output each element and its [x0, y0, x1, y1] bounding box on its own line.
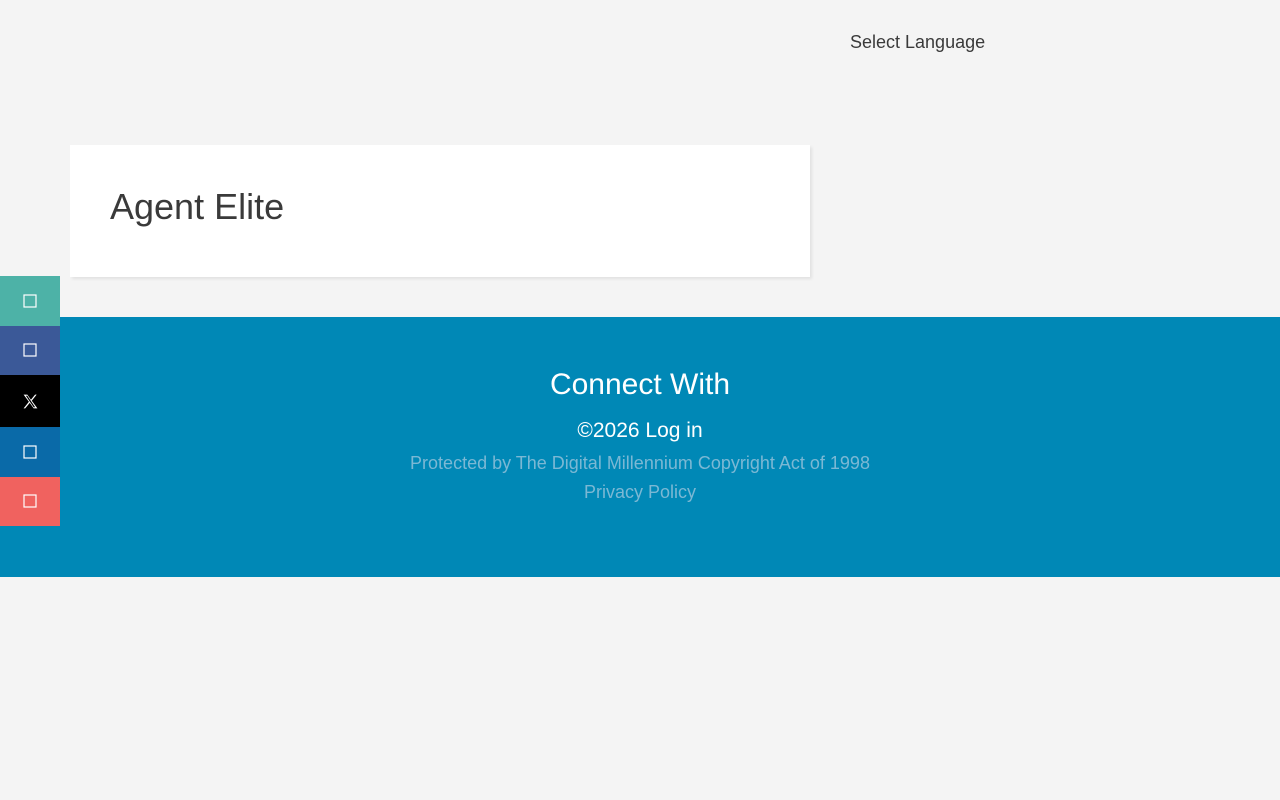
- dmca-notice: Protected by The Digital Millennium Copy…: [410, 453, 870, 473]
- linkedin-button[interactable]: [0, 427, 60, 477]
- copyright-text: ©2026: [577, 419, 640, 442]
- page: Select Language Agent Elite Connect With…: [0, 0, 1280, 800]
- linkedin-icon: [23, 445, 37, 459]
- footer-heading: Connect With: [549, 368, 731, 401]
- page-title-card: Agent Elite: [70, 145, 810, 277]
- language-select[interactable]: Select Language: [850, 31, 985, 53]
- social-share-bar: [0, 276, 60, 526]
- email-button[interactable]: [0, 476, 60, 526]
- facebook-icon: [23, 343, 37, 357]
- x-logo-icon: [23, 394, 37, 408]
- privacy-line: Privacy Policy: [0, 481, 1280, 503]
- facebook-button[interactable]: [0, 325, 60, 375]
- site-footer: Connect With ©2026 Log in Protected by T…: [0, 317, 1280, 577]
- share-icon: [23, 294, 37, 308]
- x-twitter-button[interactable]: [0, 375, 60, 427]
- page-title: Agent Elite: [110, 186, 285, 227]
- share-button[interactable]: [0, 276, 60, 326]
- privacy-policy-link[interactable]: Privacy Policy: [584, 482, 696, 502]
- email-icon: [23, 494, 37, 508]
- login-link[interactable]: Log in: [645, 419, 702, 442]
- footer-copyright-line: ©2026 Log in: [0, 418, 1280, 444]
